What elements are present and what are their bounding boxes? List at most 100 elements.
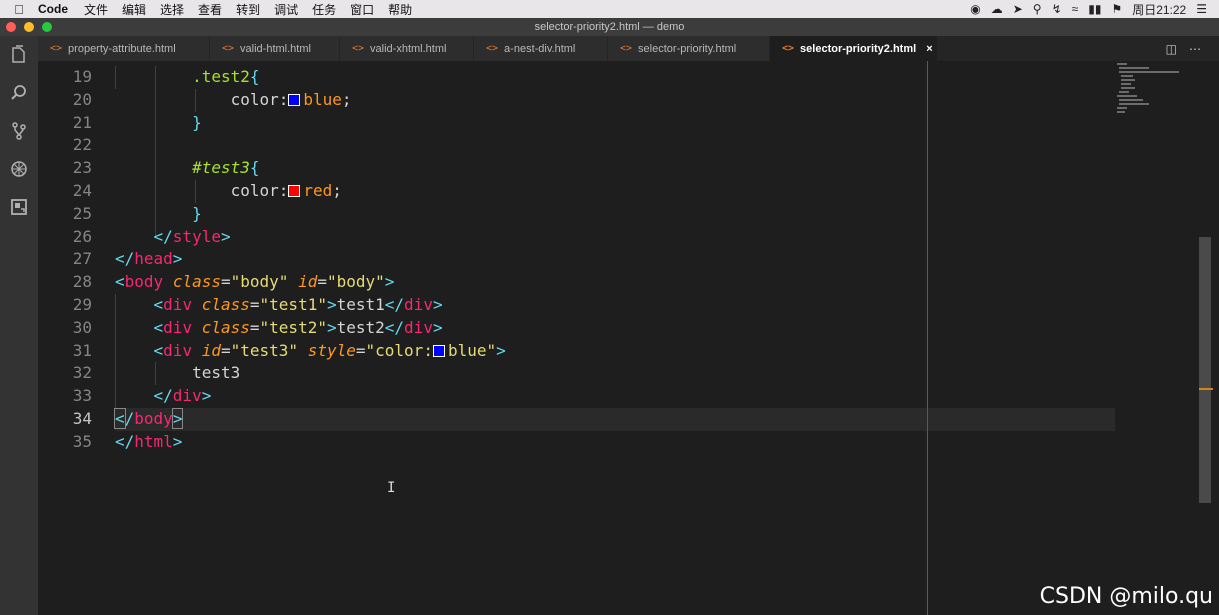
code-line-current[interactable]: </body> [114, 407, 1115, 431]
code-line[interactable]: </html> [115, 431, 1115, 454]
flag-icon[interactable]: ⚑ [1111, 2, 1122, 16]
window-title: selector-priority2.html — demo [0, 18, 1219, 36]
clock[interactable]: 周日21:22 [1132, 1, 1186, 18]
menu-help[interactable]: 帮助 [388, 1, 412, 18]
css-value: blue [303, 89, 342, 109]
tab-valid-html[interactable]: <> valid-html.html [210, 36, 340, 61]
minimize-window-icon[interactable] [24, 22, 34, 32]
html-tag: html [134, 431, 173, 451]
code-angle-icon: <> [50, 43, 63, 54]
line-number: 26 [72, 226, 92, 246]
close-tab-icon[interactable]: × [926, 43, 932, 55]
code-angle-icon: <> [486, 43, 499, 54]
menu-tasks[interactable]: 任务 [312, 1, 336, 18]
code-angle-icon: <> [620, 43, 633, 54]
line-number: 33 [72, 386, 92, 406]
cloud-icon[interactable]: ☁ [991, 2, 1003, 16]
line-number: 29 [72, 294, 92, 314]
html-attribute: class [201, 317, 250, 337]
css-property: color: [230, 180, 289, 200]
status-menus: ◉ ☁ ➤ ⚲ ↯ ≈ ▮▮ ⚑ 周日21:22 ☰ [970, 0, 1219, 18]
attribute-value: "test1" [259, 294, 327, 314]
menu-edit[interactable]: 编辑 [122, 1, 146, 18]
spotlight-search-icon[interactable]: ⚲ [1033, 2, 1042, 16]
tab-selector-priority2[interactable]: <> selector-priority2.html × [770, 36, 938, 61]
record-icon[interactable]: ◉ [970, 2, 980, 16]
code-line[interactable]: <div class="test2">test2</div> [115, 317, 1115, 340]
html-tag: div [404, 317, 433, 337]
extensions-icon[interactable] [0, 188, 38, 226]
code-line[interactable]: <body class="body" id="body"> [115, 271, 1115, 294]
tab-a-nest-div[interactable]: <> a-nest-div.html [474, 36, 608, 61]
app-name-menu[interactable]: Code [38, 2, 68, 16]
code-angle-icon: <> [782, 43, 795, 54]
line-number: 22 [72, 135, 92, 155]
attribute-value: "body" [326, 272, 385, 292]
tab-selector-priority[interactable]: <> selector-priority.html [608, 36, 770, 61]
code-line[interactable]: #test3{ [115, 157, 1115, 180]
code-editor[interactable]: 19 20 21 22 23 24 25 26 27 28 29 30 31 3… [38, 61, 1219, 615]
debug-icon[interactable] [0, 150, 38, 188]
source-control-icon[interactable] [0, 112, 38, 150]
menu-go[interactable]: 转到 [236, 1, 260, 18]
menu-debug[interactable]: 调试 [274, 1, 298, 18]
code-line[interactable]: color: blue; [115, 89, 1115, 112]
code-line[interactable]: </head> [115, 248, 1115, 271]
tab-property-attribute[interactable]: <> property-attribute.html [38, 36, 210, 61]
minimap[interactable] [1115, 61, 1195, 121]
tab-label: selector-priority.html [638, 42, 737, 55]
apple-icon[interactable]:  [0, 2, 38, 17]
code-line[interactable]: </div> [115, 385, 1115, 408]
element-text: test3 [192, 363, 241, 383]
scrollbar-cursor-marker [1199, 388, 1213, 390]
line-number: 25 [72, 203, 92, 223]
close-window-icon[interactable] [6, 22, 16, 32]
code-line[interactable]: } [115, 112, 1115, 135]
color-swatch-icon[interactable] [432, 344, 445, 357]
attribute-value: "test2" [259, 317, 327, 337]
code-line[interactable]: <div id="test3" style="color: blue"> [115, 340, 1115, 363]
line-number: 32 [72, 363, 92, 383]
code-line[interactable]: } [115, 203, 1115, 226]
tab-valid-xhtml[interactable]: <> valid-xhtml.html [340, 36, 474, 61]
code-line[interactable]: test3 [115, 362, 1115, 385]
menu-selection[interactable]: 选择 [160, 1, 184, 18]
send-icon[interactable]: ➤ [1013, 2, 1023, 16]
attribute-value: "body" [230, 272, 289, 292]
menu-view[interactable]: 查看 [198, 1, 222, 18]
menu-bar:  Code 文件 编辑 选择 查看 转到 调试 任务 窗口 帮助 ◉ ☁ ➤ … [0, 0, 1219, 18]
tab-label: valid-xhtml.html [370, 42, 447, 55]
split-editor-icon[interactable]: ◫ [1166, 42, 1177, 56]
line-number: 23 [72, 158, 92, 178]
editor-actions: ◫ ⋯ [1166, 42, 1201, 56]
code-line[interactable] [115, 134, 1115, 157]
html-tag: head [134, 249, 173, 269]
html-attribute: id [201, 340, 221, 360]
html-tag: div [172, 386, 202, 406]
code-line[interactable]: color: red; [115, 180, 1115, 203]
notification-center-icon[interactable]: ☰ [1196, 2, 1207, 16]
code-line[interactable]: </style> [115, 226, 1115, 249]
tab-label: a-nest-div.html [504, 42, 576, 55]
search-icon[interactable] [0, 74, 38, 112]
battery-icon[interactable]: ▮▮ [1088, 2, 1101, 16]
wifi-icon[interactable]: ≈ [1072, 2, 1079, 16]
menu-file[interactable]: 文件 [84, 1, 108, 18]
line-number-gutter: 19 20 21 22 23 24 25 26 27 28 29 30 31 3… [38, 66, 94, 454]
code-line[interactable]: <div class="test1">test1</div> [115, 294, 1115, 317]
explorer-icon[interactable] [0, 36, 38, 74]
vertical-scrollbar[interactable] [1199, 237, 1211, 503]
bluetooth-icon[interactable]: ↯ [1052, 2, 1062, 16]
code-lines[interactable]: .test2{ color: blue; } #test3{ color: red;… [114, 66, 1115, 454]
color-swatch-icon[interactable] [288, 184, 301, 197]
more-actions-icon[interactable]: ⋯ [1189, 42, 1201, 56]
line-number: 20 [72, 89, 92, 109]
menu-window[interactable]: 窗口 [350, 1, 374, 18]
semicolon: ; [332, 180, 342, 200]
zoom-window-icon[interactable] [42, 22, 52, 32]
activity-bar [0, 36, 38, 615]
code-line[interactable]: .test2{ [115, 66, 1115, 89]
line-number: 19 [72, 67, 92, 86]
color-swatch-icon[interactable] [288, 93, 301, 106]
watermark: CSDN @milo.qu [1039, 584, 1213, 609]
